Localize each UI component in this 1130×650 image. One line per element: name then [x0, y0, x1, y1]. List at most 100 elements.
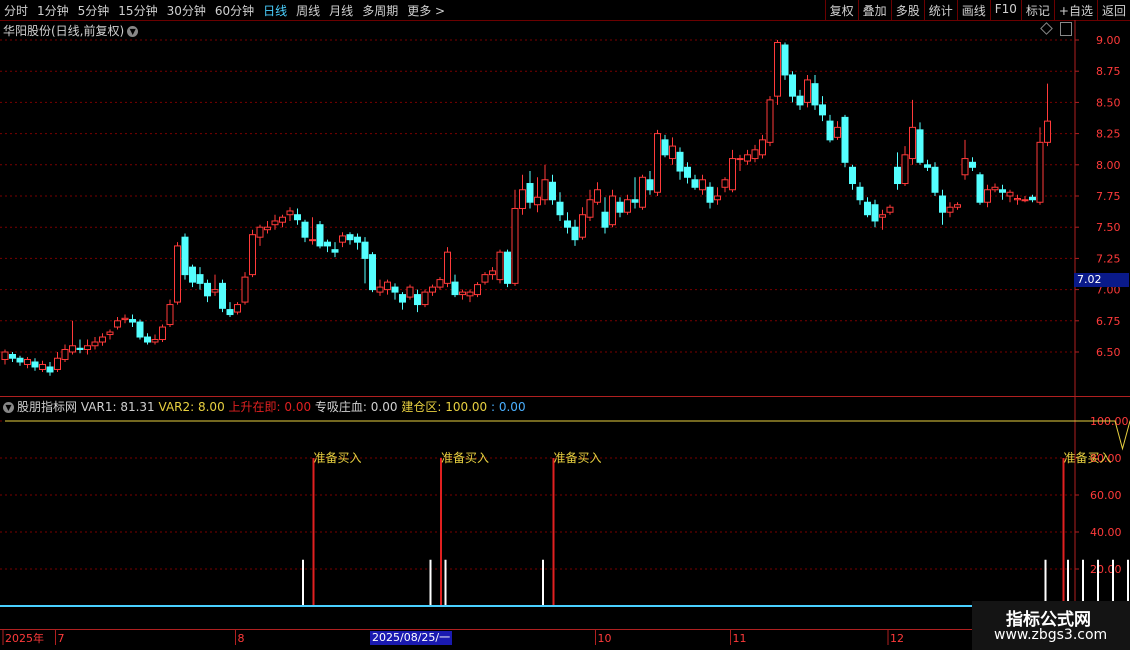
candle-body — [241, 276, 249, 303]
candle-body — [399, 294, 406, 303]
period-tab-9[interactable]: 多周期 — [362, 2, 398, 19]
panel-toggle-icon[interactable] — [1060, 22, 1072, 36]
candle-body — [151, 339, 159, 343]
candle-body — [969, 161, 976, 168]
candle-body — [744, 154, 751, 162]
tool-button-2[interactable]: 多股 — [890, 0, 924, 20]
candle-body — [706, 186, 714, 203]
candle-body — [654, 133, 661, 193]
candle-body — [1006, 191, 1014, 197]
candle-body — [46, 366, 54, 373]
candle-body — [699, 179, 706, 191]
candle-body — [279, 216, 286, 223]
candle-body — [796, 95, 804, 106]
candle-body — [376, 286, 384, 293]
period-tab-5[interactable]: 60分钟 — [215, 2, 254, 19]
candle-body — [369, 254, 376, 291]
period-tab-2[interactable]: 5分钟 — [78, 2, 110, 19]
main-y-tick-label: 8.00 — [1096, 159, 1121, 172]
diamond-icon[interactable] — [1040, 22, 1053, 35]
candle-body — [954, 204, 961, 208]
candle-body — [939, 195, 946, 213]
candle-body — [871, 204, 879, 222]
tool-button-5[interactable]: F10 — [989, 0, 1021, 20]
indicator-name: 股朋指标网 — [17, 400, 78, 414]
series-jiancang-line — [5, 420, 1130, 451]
candle-body — [406, 286, 414, 298]
chevron-down-icon[interactable]: ▼ — [127, 26, 139, 37]
candle-body — [9, 353, 16, 359]
candle-body — [864, 201, 871, 216]
candle-body — [106, 331, 114, 336]
candle-body — [1044, 120, 1051, 143]
period-tab-10[interactable]: 更多 > — [407, 2, 445, 19]
tool-button-8[interactable]: 返回 — [1096, 0, 1130, 20]
candle-body — [211, 289, 219, 293]
candle-body — [729, 158, 736, 191]
candle-body — [489, 270, 496, 276]
candle-body — [781, 44, 789, 76]
candle-body — [639, 176, 646, 208]
price-tag: 7.02 — [1074, 273, 1129, 287]
candle-body — [594, 189, 601, 203]
candle-body — [121, 317, 129, 321]
candle-body — [234, 304, 241, 313]
candle-body — [421, 291, 429, 306]
period-tab-8[interactable]: 月线 — [329, 2, 353, 19]
candle-body — [661, 139, 669, 156]
candle-body — [294, 214, 301, 221]
candle-body — [466, 291, 474, 297]
indicator-value-2: 上升在即: 0.00 — [224, 400, 312, 414]
indicator-value-5: : 0.00 — [487, 400, 526, 414]
candle-body — [534, 196, 541, 206]
candle-body — [684, 166, 691, 178]
indicator-value-3: 专吸庄血: 0.00 — [311, 400, 398, 414]
candle-body — [219, 282, 226, 309]
candle-body — [174, 245, 181, 303]
x-axis-label: 12 — [890, 632, 904, 645]
x-axis-label: 11 — [733, 632, 747, 645]
main-y-tick-label: 7.75 — [1096, 190, 1121, 203]
candle-body — [504, 251, 511, 284]
main-y-tick-label: 8.25 — [1096, 128, 1121, 141]
candle-body — [991, 186, 999, 191]
candle-body — [609, 195, 616, 226]
candle-body — [361, 241, 369, 259]
tool-button-0[interactable]: 复权 — [824, 0, 858, 20]
candle-body — [556, 201, 564, 216]
period-tab-6[interactable]: 日线 — [263, 2, 287, 19]
signal-label: 准备买入 — [554, 451, 602, 465]
candle-body — [69, 345, 76, 353]
tool-button-6[interactable]: 标记 — [1020, 0, 1054, 20]
candle-body — [751, 149, 759, 160]
kline-chart: 6.506.757.007.257.507.758.008.258.508.75… — [0, 20, 1130, 650]
candle-body — [459, 291, 466, 296]
candle-body — [511, 207, 519, 284]
candle-body — [886, 206, 894, 213]
candle-body — [474, 284, 481, 296]
indicator-value-4: 建仓区: 100.00 — [397, 400, 488, 414]
tool-button-1[interactable]: 叠加 — [857, 0, 891, 20]
candle-body — [166, 304, 174, 326]
tool-button-3[interactable]: 统计 — [923, 0, 957, 20]
candle-body — [264, 226, 271, 231]
period-tab-4[interactable]: 30分钟 — [167, 2, 206, 19]
stock-title[interactable]: 华阳股份(日线,前复权) ▼ — [3, 22, 139, 39]
candle-body — [54, 357, 61, 370]
period-tab-3[interactable]: 15分钟 — [118, 2, 157, 19]
tool-button-7[interactable]: +自选 — [1053, 0, 1097, 20]
candle-body — [189, 266, 196, 283]
period-tab-1[interactable]: 1分钟 — [37, 2, 69, 19]
candle-body — [181, 236, 189, 276]
chevron-down-icon[interactable]: ▼ — [3, 402, 14, 413]
candle-body — [159, 326, 166, 341]
watermark-url: www.zbgs3.com — [994, 627, 1108, 643]
candle-body — [676, 151, 684, 172]
tool-buttons: 复权 叠加 多股 统计 画线 F10 标记 +自选 返回 — [824, 0, 1130, 20]
candle-body — [924, 164, 931, 168]
main-y-tick-label: 9.00 — [1096, 34, 1121, 47]
tool-button-4[interactable]: 画线 — [956, 0, 990, 20]
period-tab-0[interactable]: 分时 — [4, 2, 28, 19]
candle-body — [571, 226, 579, 241]
period-tab-7[interactable]: 周线 — [296, 2, 320, 19]
